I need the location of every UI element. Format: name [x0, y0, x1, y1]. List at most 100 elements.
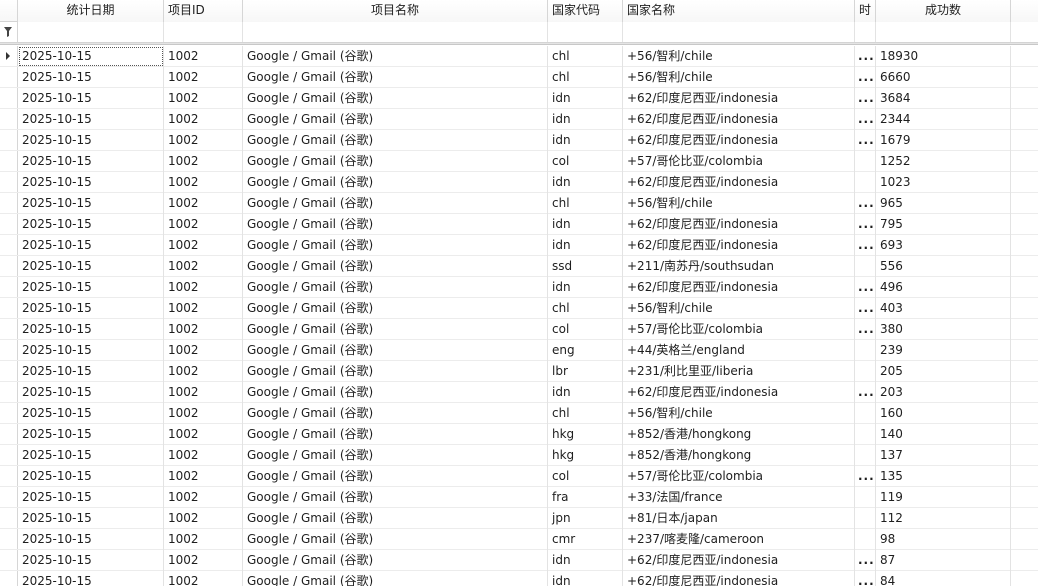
table-row[interactable]: 2025-10-15 1002 Google / Gmail (谷歌) idn …	[0, 109, 1038, 130]
table-row[interactable]: 2025-10-15 1002 Google / Gmail (谷歌) hkg …	[0, 445, 1038, 466]
cell-success-count[interactable]: 239	[876, 340, 1011, 361]
row-indicator[interactable]	[0, 487, 18, 507]
cell-country-code[interactable]: idn	[548, 277, 623, 298]
row-indicator[interactable]	[0, 571, 18, 586]
table-row[interactable]: 2025-10-15 1002 Google / Gmail (谷歌) idn …	[0, 88, 1038, 109]
cell-project-id[interactable]: 1002	[164, 172, 243, 193]
filter-cell-time[interactable]	[855, 22, 876, 42]
cell-time[interactable]: ...	[855, 88, 876, 109]
table-row[interactable]: 2025-10-15 1002 Google / Gmail (谷歌) chl …	[0, 46, 1038, 67]
cell-success-count[interactable]: 496	[876, 277, 1011, 298]
cell-country-name[interactable]: +62/印度尼西亚/indonesia	[623, 571, 855, 586]
table-row[interactable]: 2025-10-15 1002 Google / Gmail (谷歌) lbr …	[0, 361, 1038, 382]
cell-time[interactable]	[855, 361, 876, 382]
cell-date[interactable]: 2025-10-15	[18, 172, 164, 193]
cell-project-id[interactable]: 1002	[164, 424, 243, 445]
cell-country-name[interactable]: +231/利比里亚/liberia	[623, 361, 855, 382]
row-indicator[interactable]	[0, 193, 18, 213]
filter-cell-country-code[interactable]	[548, 22, 623, 42]
cell-country-name[interactable]: +62/印度尼西亚/indonesia	[623, 88, 855, 109]
cell-project-name[interactable]: Google / Gmail (谷歌)	[243, 319, 548, 340]
cell-project-id[interactable]: 1002	[164, 277, 243, 298]
cell-success-count[interactable]: 795	[876, 214, 1011, 235]
cell-country-code[interactable]: idn	[548, 571, 623, 586]
row-indicator[interactable]	[0, 151, 18, 171]
cell-time[interactable]: ...	[855, 130, 876, 151]
table-row[interactable]: 2025-10-15 1002 Google / Gmail (谷歌) cmr …	[0, 529, 1038, 550]
table-row[interactable]: 2025-10-15 1002 Google / Gmail (谷歌) idn …	[0, 235, 1038, 256]
filter-cell-success-count[interactable]	[876, 22, 1011, 42]
cell-success-count[interactable]: 3684	[876, 88, 1011, 109]
cell-project-name[interactable]: Google / Gmail (谷歌)	[243, 109, 548, 130]
cell-project-id[interactable]: 1002	[164, 319, 243, 340]
cell-date[interactable]: 2025-10-15	[18, 151, 164, 172]
cell-country-name[interactable]: +44/英格兰/england	[623, 340, 855, 361]
cell-success-count[interactable]: 137	[876, 445, 1011, 466]
cell-date[interactable]: 2025-10-15	[18, 214, 164, 235]
cell-project-name[interactable]: Google / Gmail (谷歌)	[243, 361, 548, 382]
cell-date[interactable]: 2025-10-15	[18, 88, 164, 109]
cell-country-code[interactable]: chl	[548, 403, 623, 424]
cell-country-code[interactable]: chl	[548, 67, 623, 88]
cell-project-name[interactable]: Google / Gmail (谷歌)	[243, 298, 548, 319]
cell-project-name[interactable]: Google / Gmail (谷歌)	[243, 46, 548, 67]
cell-country-name[interactable]: +62/印度尼西亚/indonesia	[623, 214, 855, 235]
cell-success-count[interactable]: 98	[876, 529, 1011, 550]
cell-country-code[interactable]: chl	[548, 298, 623, 319]
cell-project-name[interactable]: Google / Gmail (谷歌)	[243, 256, 548, 277]
cell-date[interactable]: 2025-10-15	[18, 508, 164, 529]
cell-date[interactable]: 2025-10-15	[18, 361, 164, 382]
cell-project-id[interactable]: 1002	[164, 445, 243, 466]
cell-country-name[interactable]: +57/哥伦比亚/colombia	[623, 151, 855, 172]
row-indicator[interactable]	[0, 235, 18, 255]
cell-country-code[interactable]: jpn	[548, 508, 623, 529]
cell-project-id[interactable]: 1002	[164, 466, 243, 487]
cell-time[interactable]: ...	[855, 550, 876, 571]
cell-project-id[interactable]: 1002	[164, 508, 243, 529]
cell-project-id[interactable]: 1002	[164, 67, 243, 88]
cell-project-id[interactable]: 1002	[164, 88, 243, 109]
cell-time[interactable]: ...	[855, 571, 876, 586]
cell-project-id[interactable]: 1002	[164, 487, 243, 508]
row-indicator[interactable]	[0, 550, 18, 570]
cell-project-name[interactable]: Google / Gmail (谷歌)	[243, 235, 548, 256]
table-row[interactable]: 2025-10-15 1002 Google / Gmail (谷歌) chl …	[0, 193, 1038, 214]
cell-country-name[interactable]: +62/印度尼西亚/indonesia	[623, 277, 855, 298]
cell-country-code[interactable]: idn	[548, 172, 623, 193]
cell-success-count[interactable]: 1023	[876, 172, 1011, 193]
cell-project-name[interactable]: Google / Gmail (谷歌)	[243, 508, 548, 529]
cell-success-count[interactable]: 403	[876, 298, 1011, 319]
row-indicator[interactable]	[0, 277, 18, 297]
cell-time[interactable]	[855, 508, 876, 529]
cell-time[interactable]	[855, 424, 876, 445]
cell-country-code[interactable]: cmr	[548, 529, 623, 550]
cell-date[interactable]: 2025-10-15	[18, 403, 164, 424]
cell-time[interactable]: ...	[855, 46, 876, 67]
cell-time[interactable]: ...	[855, 298, 876, 319]
cell-success-count[interactable]: 18930	[876, 46, 1011, 67]
table-row[interactable]: 2025-10-15 1002 Google / Gmail (谷歌) idn …	[0, 172, 1038, 193]
table-row[interactable]: 2025-10-15 1002 Google / Gmail (谷歌) ssd …	[0, 256, 1038, 277]
cell-time[interactable]	[855, 529, 876, 550]
header-corner[interactable]	[0, 0, 18, 21]
table-row[interactable]: 2025-10-15 1002 Google / Gmail (谷歌) idn …	[0, 130, 1038, 151]
cell-country-code[interactable]: lbr	[548, 361, 623, 382]
cell-project-name[interactable]: Google / Gmail (谷歌)	[243, 550, 548, 571]
cell-date[interactable]: 2025-10-15	[18, 424, 164, 445]
row-indicator[interactable]	[0, 298, 18, 318]
table-row[interactable]: 2025-10-15 1002 Google / Gmail (谷歌) idn …	[0, 277, 1038, 298]
cell-success-count[interactable]: 160	[876, 403, 1011, 424]
row-indicator[interactable]	[0, 445, 18, 465]
cell-country-code[interactable]: ssd	[548, 256, 623, 277]
row-indicator[interactable]	[0, 67, 18, 87]
row-indicator[interactable]	[0, 46, 18, 66]
table-row[interactable]: 2025-10-15 1002 Google / Gmail (谷歌) idn …	[0, 382, 1038, 403]
cell-project-id[interactable]: 1002	[164, 109, 243, 130]
table-row[interactable]: 2025-10-15 1002 Google / Gmail (谷歌) col …	[0, 151, 1038, 172]
row-indicator[interactable]	[0, 361, 18, 381]
cell-time[interactable]: ...	[855, 67, 876, 88]
cell-country-name[interactable]: +62/印度尼西亚/indonesia	[623, 130, 855, 151]
table-row[interactable]: 2025-10-15 1002 Google / Gmail (谷歌) chl …	[0, 67, 1038, 88]
table-row[interactable]: 2025-10-15 1002 Google / Gmail (谷歌) idn …	[0, 214, 1038, 235]
cell-project-id[interactable]: 1002	[164, 382, 243, 403]
